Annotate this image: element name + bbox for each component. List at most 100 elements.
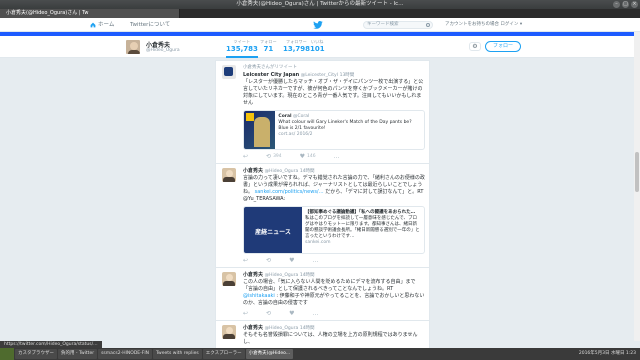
taskbar: カスタブラウザー 負的用 - Twitter ssmacs2-HINODE-FI… bbox=[0, 348, 640, 360]
embedded-card[interactable]: Coral @Coral What colour will Gary Linek… bbox=[243, 110, 425, 150]
avatar[interactable] bbox=[222, 168, 236, 182]
retweet-icon: ⟲ bbox=[266, 257, 272, 264]
avatar[interactable] bbox=[222, 272, 236, 286]
tweet-time[interactable]: 14時間 bbox=[300, 273, 315, 278]
maximize-icon[interactable]: □ bbox=[622, 1, 629, 8]
taskbar-clock[interactable]: 2016年5月3日 水曜日 1:23 bbox=[579, 348, 636, 360]
tweet-text: この人の場合、「気に入らない人間を貶めるためにデマを流布する自由」まで「言論の自… bbox=[243, 279, 425, 307]
tweet-text: 「レスターが優勝したらマッチ・オブ・ザ・デイにパンツ一枚で出演する」と公言してい… bbox=[243, 79, 424, 106]
card-image bbox=[244, 111, 276, 149]
twitter-bird-icon[interactable] bbox=[313, 21, 323, 29]
tweet-mention[interactable]: @ishitakaaki bbox=[243, 293, 275, 299]
search-input[interactable]: キーワード検索 bbox=[363, 21, 433, 29]
tweet-author-name[interactable]: Leicester City Japan bbox=[243, 72, 299, 78]
embedded-card[interactable]: 産経ニュース 【都知事めぐる議論動議】「私への闘議をあおられた… 私はこのブログ… bbox=[243, 206, 425, 254]
stat-value: 101 bbox=[310, 45, 325, 53]
tweet-author-name[interactable]: 小倉秀夫 bbox=[243, 325, 263, 331]
taskbar-item[interactable]: エクスプローラー bbox=[202, 349, 245, 359]
tweet-actions: ↩ ⟲ ♥ … bbox=[243, 310, 425, 317]
window-title: 小倉秀夫(@Hideo_Ogura)さん | Twitterからの最新ツイート … bbox=[236, 1, 404, 7]
search-icon[interactable] bbox=[426, 23, 430, 27]
tweet-text: そもそも名誉毀損罪については、人権の立場を上方の原則規程ではありませんし、 bbox=[243, 332, 418, 345]
follow-button[interactable]: フォロー bbox=[485, 41, 521, 52]
tweet-text: 言論の力って凄いですね。デマも錯覚された言論の力で、「緒利さんのお便様の政書」と… bbox=[243, 175, 425, 203]
timeline: 小倉秀夫さんがリツイート Leicester City Japan @Leice… bbox=[215, 60, 430, 350]
login-link[interactable]: アカウントをお持ちの場合 ログイン ▾ bbox=[445, 18, 522, 32]
stat-following[interactable]: フォロー 71 bbox=[260, 39, 277, 53]
home-icon bbox=[90, 22, 96, 28]
tweet-actions: ↩ ⟲ ♥ … bbox=[243, 257, 425, 264]
reply-button[interactable]: ↩ bbox=[243, 310, 248, 317]
scrollbar-thumb[interactable] bbox=[635, 152, 639, 192]
status-url: https://twitter.com/Hideo_Ogura/status/… bbox=[0, 341, 102, 348]
more-button[interactable]: … bbox=[312, 257, 318, 264]
card-body: 私はこのブログを拝読して一層意味を感じたんで、ブログはやはりモットーに限ります。… bbox=[305, 216, 420, 239]
tweet-author-handle: @Hideo_Ogura bbox=[264, 169, 299, 174]
tweet-header: Leicester City Japan @Leicester_Cityl 13… bbox=[243, 72, 425, 78]
more-button[interactable]: … bbox=[334, 153, 340, 160]
more-icon: … bbox=[312, 310, 319, 317]
avatar[interactable] bbox=[125, 39, 141, 55]
minimize-icon[interactable]: – bbox=[613, 1, 620, 8]
card-source: sankei.com bbox=[305, 240, 331, 245]
tweet-author-handle: @Leicester_Cityl bbox=[300, 73, 338, 78]
stat-likes[interactable]: いいね 101 bbox=[310, 39, 325, 53]
profile-handle: @Hideo_Ogura bbox=[146, 48, 180, 53]
twitter-navbar: ホーム Twitterについて キーワード検索 アカウントをお持ちの場合 ログイ… bbox=[0, 18, 640, 32]
tweet-author-handle: @Hideo_Ogura bbox=[264, 326, 299, 331]
more-icon: … bbox=[312, 257, 319, 264]
taskbar-item[interactable]: 小倉秀夫(@Hideo... bbox=[245, 349, 294, 359]
stat-value: 135,783 bbox=[226, 45, 258, 53]
taskbar-item[interactable]: ssmacs2-HINODE-FIN bbox=[98, 349, 153, 359]
tweet[interactable]: 小倉秀夫 @Hideo_Ogura 14時間 そもそも名誉毀損罪については、人権… bbox=[216, 321, 429, 349]
like-button[interactable]: ♥ bbox=[289, 257, 294, 264]
tweet-time[interactable]: 13時間 bbox=[340, 73, 355, 78]
search-placeholder: キーワード検索 bbox=[367, 22, 399, 27]
more-icon: … bbox=[333, 153, 340, 160]
like-button[interactable]: ♥ 146 bbox=[300, 153, 316, 160]
taskbar-item[interactable]: 負的用 - Twitter bbox=[58, 349, 98, 359]
page-scrollbar[interactable] bbox=[634, 32, 640, 341]
retweet-button[interactable]: ⟲ bbox=[266, 257, 271, 264]
stat-followers[interactable]: フォロワー 13,798 bbox=[283, 39, 310, 53]
reply-button[interactable]: ↩ bbox=[243, 153, 248, 160]
tweet-time[interactable]: 14時間 bbox=[300, 169, 315, 174]
stat-value: 13,798 bbox=[283, 45, 311, 53]
avatar[interactable] bbox=[222, 65, 236, 79]
tweet-link[interactable]: sankei.com/politics/news/… bbox=[255, 189, 324, 195]
retweet-count: 394 bbox=[273, 154, 282, 159]
tweet-actions: ↩ ⟲ 394 ♥ 146 … bbox=[243, 153, 425, 160]
more-button[interactable]: … bbox=[312, 310, 318, 317]
gear-icon[interactable]: ⚙ bbox=[469, 42, 481, 51]
stat-tweets[interactable]: ツイート 135,783 bbox=[226, 39, 258, 58]
retweet-icon: ⟲ bbox=[266, 310, 272, 317]
taskbar-item[interactable]: Tweets with replies bbox=[153, 349, 202, 359]
card-image: 産経ニュース bbox=[244, 207, 302, 253]
window-titlebar: 小倉秀夫(@Hideo_Ogura)さん | Twitterからの最新ツイート … bbox=[0, 0, 640, 9]
tweet[interactable]: 小倉秀夫 @Hideo_Ogura 14時間 言論の力って凄いですね。デマも錯覚… bbox=[216, 164, 429, 268]
tweet-time[interactable]: 14時間 bbox=[300, 326, 315, 331]
start-menu-icon[interactable] bbox=[0, 348, 14, 360]
taskbar-item[interactable]: カスタブラウザー bbox=[15, 349, 57, 359]
avatar[interactable] bbox=[222, 325, 236, 339]
card-handle: @Coral bbox=[293, 114, 310, 119]
stat-value: 71 bbox=[263, 45, 274, 53]
retweet-button[interactable]: ⟲ 394 bbox=[266, 153, 282, 160]
close-icon[interactable]: × bbox=[631, 1, 638, 8]
card-title: Coral bbox=[278, 114, 292, 119]
like-button[interactable]: ♥ bbox=[289, 310, 294, 317]
tweet-author-name[interactable]: 小倉秀夫 bbox=[243, 272, 263, 278]
browser-chrome: 小倉秀夫(@Hideo_Ogura)さん | Tw bbox=[0, 9, 640, 18]
tweet[interactable]: 小倉秀夫さんがリツイート Leicester City Japan @Leice… bbox=[216, 61, 429, 164]
nav-home[interactable]: ホーム bbox=[90, 18, 114, 32]
card-body: What colour will Gary Lineker's Match of… bbox=[278, 120, 412, 131]
nav-about-label: Twitterについて bbox=[130, 22, 171, 28]
tweet[interactable]: 小倉秀夫 @Hideo_Ogura 14時間 この人の場合、「気に入らない人間を… bbox=[216, 268, 429, 321]
tweet-author-handle: @Hideo_Ogura bbox=[264, 273, 299, 278]
retweet-button[interactable]: ⟲ bbox=[266, 310, 271, 317]
reply-button[interactable]: ↩ bbox=[243, 257, 248, 264]
card-source: cort.as/ 2016/2 bbox=[278, 132, 313, 137]
nav-about[interactable]: Twitterについて bbox=[130, 18, 170, 32]
browser-tab[interactable]: 小倉秀夫(@Hideo_Ogura)さん | Tw bbox=[0, 9, 180, 18]
tweet-author-name[interactable]: 小倉秀夫 bbox=[243, 168, 263, 174]
